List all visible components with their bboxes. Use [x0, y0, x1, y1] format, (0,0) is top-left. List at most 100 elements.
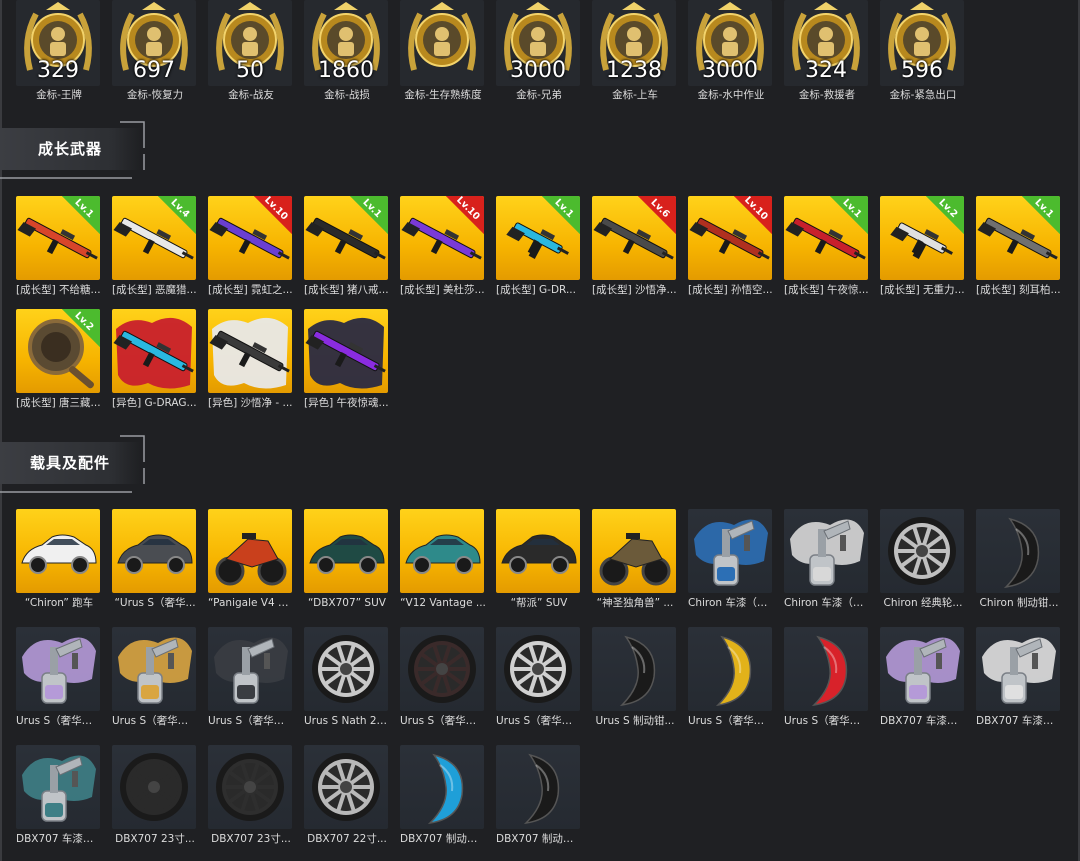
vehicle-item-tile[interactable]: Urus S（奢华版...	[16, 627, 102, 728]
vehicle-item-tile[interactable]: Urus S（奢华版...	[400, 627, 486, 728]
vehicle-item-label: DBX707 22寸...	[307, 833, 387, 845]
vehicle-item-label: DBX707 23寸...	[115, 833, 195, 845]
weapon-tile[interactable]: Lv.2 [成长型] 无重力...	[880, 196, 965, 297]
weapon-tile[interactable]: [异色] 午夜惊魂...	[304, 309, 389, 410]
level-badge: Lv.10	[254, 196, 292, 234]
weapon-tile[interactable]: Lv.10 [成长型] 美杜莎...	[400, 196, 485, 297]
vehicle-item-tile[interactable]: DBX707 车漆（...	[16, 745, 102, 846]
medal-tile[interactable]: 329 金标-王牌	[16, 0, 100, 102]
vehicle-item-label: DBX707 制动钳...	[496, 833, 582, 845]
level-badge-text: Lv.1	[360, 196, 384, 221]
vehicle-item-tile[interactable]: DBX707 23寸...	[208, 745, 292, 846]
vehicle-item-thumb	[208, 627, 292, 711]
level-badge: Lv.1	[542, 196, 580, 234]
medal-tile[interactable]: 3000 金标-水中作业	[688, 0, 772, 102]
weapon-thumb	[304, 309, 388, 393]
level-badge: Lv.2	[926, 196, 964, 234]
vehicle-item-tile[interactable]: “Chiron” 跑车	[16, 509, 100, 610]
motorcycle-icon	[215, 533, 287, 586]
medal-thumb	[400, 0, 484, 86]
vehicle-item-tile[interactable]: DBX707 制动钳...	[400, 745, 486, 846]
vehicle-item-label: “DBX707” SUV	[308, 597, 386, 609]
vehicle-item-thumb	[688, 509, 772, 593]
medal-tile[interactable]: 697 金标-恢复力	[112, 0, 196, 102]
vehicle-item-tile[interactable]: DBX707 23寸...	[112, 745, 196, 846]
vehicle-item-tile[interactable]: Chiron 车漆（B...	[784, 509, 870, 610]
section-title-weapons: 成长武器	[38, 140, 103, 158]
weapon-tile[interactable]: Lv.2 [成长型] 唐三藏...	[16, 309, 101, 410]
medal-thumb: 329	[16, 0, 100, 86]
medal-tile[interactable]: 3000 金标-兄弟	[496, 0, 580, 102]
vehicle-item-tile[interactable]: Urus S（奢华版...	[496, 627, 582, 728]
vehicle-item-label: DBX707 车漆（...	[16, 833, 102, 845]
vehicle-item-label: Chiron 经典轮...	[883, 597, 963, 609]
weapon-label: [成长型] 美杜莎...	[400, 284, 485, 296]
weapon-tile[interactable]: Lv.10 [成长型] 孙悟空...	[688, 196, 773, 297]
medal-tile[interactable]: 50 金标-战友	[208, 0, 292, 102]
medal-count: 1238	[606, 58, 662, 83]
weapon-thumb	[208, 309, 292, 393]
medal-tile[interactable]: 324 金标-救援者	[784, 0, 868, 102]
medal-tile[interactable]: 596 金标-紧急出口	[880, 0, 964, 102]
vehicle-item-tile[interactable]: Urus S（奢华版...	[688, 627, 774, 728]
vehicle-item-thumb	[592, 627, 676, 711]
vehicle-item-tile[interactable]: Chiron 车漆（M...	[688, 509, 774, 610]
weapon-label: [成长型] 午夜惊...	[784, 284, 869, 296]
weapon-tile[interactable]: [异色] G-DRAG...	[112, 309, 197, 410]
medal-count: 596	[901, 58, 943, 83]
weapon-label: [成长型] 不给糖...	[16, 284, 101, 296]
weapon-tile[interactable]: Lv.1 [成长型] 猪八戒...	[304, 196, 389, 297]
vehicle-item-tile[interactable]: Urus S Nath 22...	[304, 627, 390, 728]
wheel-icon	[216, 753, 284, 821]
wheel-icon	[504, 635, 572, 703]
vehicle-item-tile[interactable]: Chiron 经典轮...	[880, 509, 964, 610]
level-badge-text: Lv.2	[72, 309, 96, 334]
weapon-label: [异色] 沙悟净 - ...	[208, 397, 293, 409]
vehicle-item-tile[interactable]: DBX707 车漆（...	[880, 627, 966, 728]
weapon-tile[interactable]: Lv.6 [成长型] 沙悟净...	[592, 196, 677, 297]
vehicle-item-tile[interactable]: Urus S（奢华版...	[784, 627, 870, 728]
level-badge: Lv.1	[62, 196, 100, 234]
brake-caliper-icon	[427, 753, 464, 825]
weapon-tile[interactable]: [异色] 沙悟净 - ...	[208, 309, 293, 410]
vehicle-item-label: Urus S（奢华版...	[16, 715, 102, 727]
motorcycle-icon	[599, 533, 671, 586]
vehicle-item-tile[interactable]: “DBX707” SUV	[304, 509, 388, 610]
wheel-icon	[312, 753, 380, 821]
vehicle-item-tile[interactable]: Urus S 制动钳...	[592, 627, 676, 728]
vehicle-item-tile[interactable]: “Panigale V4 S...	[208, 509, 294, 610]
vehicle-item-label: Urus S（奢华版...	[112, 715, 198, 727]
vehicle-item-tile[interactable]: Urus S（奢华版...	[112, 627, 198, 728]
weapon-tile[interactable]: Lv.1 [成长型] G-DR...	[496, 196, 580, 297]
weapon-tile[interactable]: Lv.1 [成长型] 午夜惊...	[784, 196, 869, 297]
vehicle-item-tile[interactable]: DBX707 车漆（...	[976, 627, 1062, 728]
vehicle-item-tile[interactable]: “帮派” SUV	[496, 509, 580, 610]
vehicle-item-tile[interactable]: DBX707 制动钳...	[496, 745, 582, 846]
brake-caliper-icon	[1003, 517, 1040, 589]
vehicle-item-tile[interactable]: “V12 Vantage ...	[400, 509, 486, 610]
level-badge: Lv.4	[158, 196, 196, 234]
medal-tile[interactable]: 金标-生存熟练度	[400, 0, 484, 102]
vehicle-item-label: “神圣独角兽” ...	[596, 597, 674, 609]
level-badge: Lv.6	[638, 196, 676, 234]
medal-tile[interactable]: 1860 金标-战损	[304, 0, 388, 102]
vehicle-item-tile[interactable]: DBX707 22寸...	[304, 745, 388, 846]
vehicle-item-thumb	[400, 627, 484, 711]
brake-caliper-icon	[523, 753, 560, 825]
medal-label: 金标-战友	[228, 89, 274, 101]
vehicle-item-label: Urus S（奢华版...	[208, 715, 294, 727]
vehicle-item-tile[interactable]: Chiron 制动钳...	[976, 509, 1060, 610]
vehicle-item-tile[interactable]: “神圣独角兽” ...	[592, 509, 676, 610]
weapon-tile[interactable]: Lv.1 [成长型] 不给糖...	[16, 196, 101, 297]
vehicle-item-tile[interactable]: “Urus S（奢华...	[112, 509, 196, 610]
weapon-tile[interactable]: Lv.4 [成长型] 恶魔猎...	[112, 196, 197, 297]
medal-label: 金标-上车	[612, 89, 658, 101]
weapon-tile[interactable]: Lv.10 [成长型] 霓虹之...	[208, 196, 293, 297]
medal-thumb: 3000	[688, 0, 772, 86]
vehicle-item-tile[interactable]: Urus S（奢华版...	[208, 627, 294, 728]
medal-tile[interactable]: 1238 金标-上车	[592, 0, 676, 102]
weapon-tile[interactable]: Lv.1 [成长型] 刻耳柏...	[976, 196, 1061, 297]
weapon-label: [异色] 午夜惊魂...	[304, 397, 389, 409]
wheel-icon	[312, 635, 380, 703]
vehicle-item-thumb	[784, 627, 868, 711]
